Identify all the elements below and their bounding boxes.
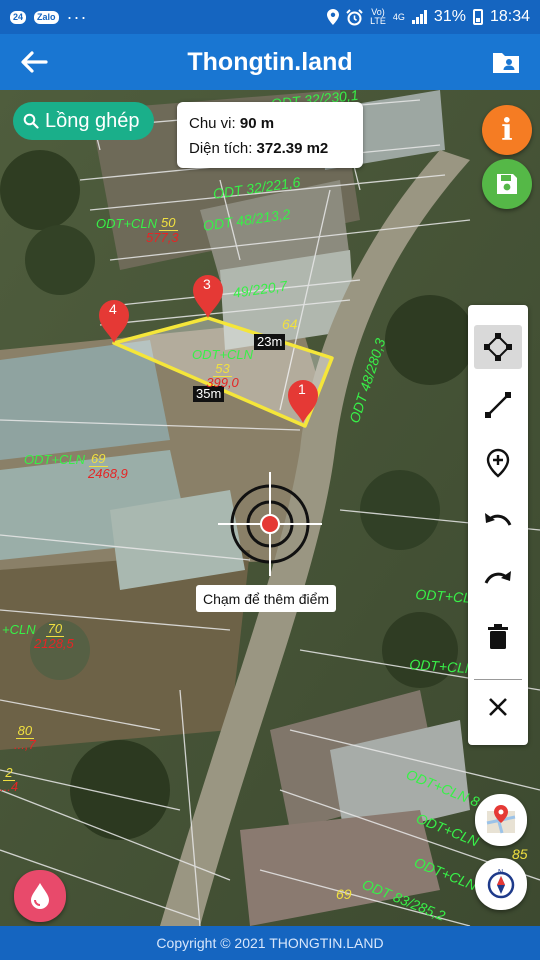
network-status: Vo) LTE [370,8,386,26]
signal-icon [411,10,427,24]
parcel-label: ODT+CLN 50 577,3 [96,216,179,245]
location-icon [327,9,340,25]
save-icon [497,174,517,194]
trash-icon [488,624,508,649]
parcel-number: 70 [45,621,65,637]
dimension-top-label: 23m [254,334,286,350]
parcel-area: 2468,9 [88,466,128,481]
perimeter-row: Chu vi: 90 m [189,111,351,136]
parcel-label: +CLN 70 2128,5 [2,622,74,651]
parcel-number-label: 69 [336,886,352,902]
water-drop-icon [31,883,49,909]
marker-4-label: 4 [109,301,117,317]
app-bar: Thongtin.land [0,34,540,90]
delete-tool[interactable] [474,615,522,659]
back-button[interactable] [14,42,54,82]
overlay-chip-label: Lồng ghép [45,109,140,132]
undo-icon [485,513,512,526]
parcel-number: 69 [89,451,108,467]
perimeter-value: 90 m [239,115,275,132]
undo-tool[interactable] [474,499,522,543]
perimeter-label: Chu vi: [189,115,236,132]
lte-label: LTE [370,16,386,26]
add-location-icon [486,448,510,478]
close-tool[interactable] [474,685,522,729]
clock: 18:34 [489,8,530,25]
area-row: Diện tích: 372.39 m2 [189,136,351,161]
info-button[interactable]: i [482,105,532,155]
selected-parcel-label: ODT+CLN 53 399,0 [192,348,253,390]
parcel-type: ODT+CLN [96,216,158,231]
map-view[interactable]: 4 3 1 23m 35m ODT+CLN 53 399,0 ODT+CLN 50… [0,90,540,926]
page-title: Thongtin.land [187,47,353,76]
more-notifications-icon: ··· [66,6,88,27]
toolbar-divider [474,679,522,680]
redo-icon [484,571,511,584]
parcel-area: 399,0 [206,375,239,390]
close-icon [489,698,507,716]
parcel-type: ODT+CLN [24,452,86,467]
parcel-area: 2128,5 [34,636,74,651]
map-layer-button[interactable] [475,794,527,846]
polygon-select-icon [484,333,512,361]
zalo-app-icon: Zalo [34,10,59,24]
notification-app-icon: 24 [10,10,27,24]
parcel-type: ODT+CLN [192,347,254,362]
net-gen: 4G [392,11,405,22]
parcel-label: ODT+CLN 69 2468,9 [24,452,128,481]
line-icon [485,392,511,418]
parcel-label: 2 ...4 [0,765,19,794]
folder-user-icon [493,53,519,73]
parcel-label: 80 ...,7 [14,723,36,752]
parcel-number: 50 [159,215,178,231]
alarm-icon [346,8,363,25]
parcel-number-label: 85 [512,846,528,862]
redo-tool[interactable] [474,557,522,601]
battery-icon [472,9,483,25]
overlay-search-chip[interactable]: Lồng ghép [13,102,154,140]
measure-line-tool[interactable] [474,383,522,427]
battery-percent: 31% [433,8,466,25]
user-folder-button[interactable] [486,42,526,82]
search-icon [23,113,39,129]
add-location-tool[interactable] [474,441,522,485]
marker-1-label: 1 [298,381,306,397]
copyright-footer: Copyright © 2021 THONGTIN.LAND [0,926,540,960]
parcel-area: ...4 [0,779,19,794]
measurement-info-card: Chu vi: 90 m Diện tích: 372.39 m2 [177,102,363,168]
compass-button[interactable]: N [475,858,527,910]
area-label: Diện tích: [189,140,253,157]
compass-icon: N [487,869,515,899]
status-bar: 24 Zalo ··· Vo) LTE 4G 31% 18:34 [0,0,540,34]
water-drop-button[interactable] [14,870,66,922]
drawing-toolbar [468,305,528,745]
arrow-left-icon [21,51,48,73]
tap-hint-tooltip: Chạm để thêm điểm [196,585,337,612]
svg-text:N: N [498,869,503,876]
parcel-type: +CLN [2,622,36,637]
marker-3-label: 3 [203,276,211,292]
info-icon: i [501,112,513,148]
select-polygon-tool[interactable] [474,325,522,369]
parcel-number-label: 64 [282,316,298,332]
parcel-area: ...,7 [14,737,36,752]
map-pin-icon [486,805,516,834]
parcel-area: 577,3 [146,230,179,245]
save-button[interactable] [482,159,532,209]
area-value: 372.39 m2 [256,140,329,157]
